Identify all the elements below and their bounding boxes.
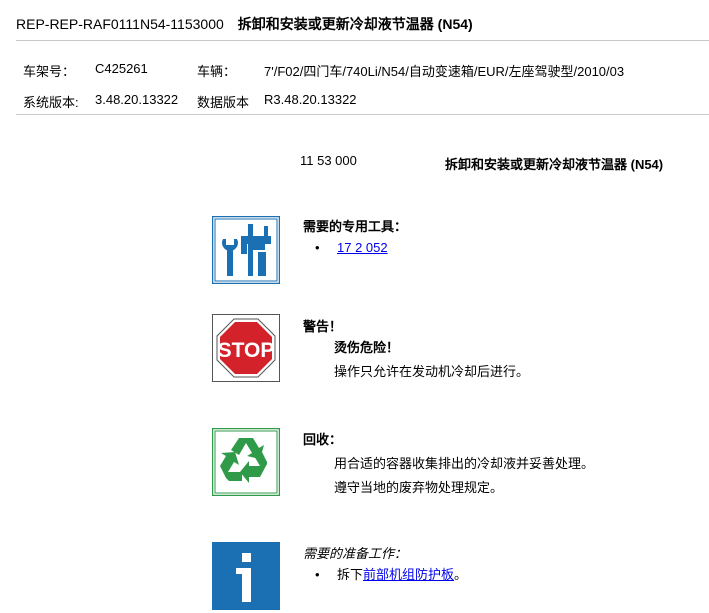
tool-link[interactable]: 17 2 052 (337, 240, 388, 255)
recycling-heading: 回收： (303, 432, 343, 447)
tools-block: 需要的专用工具： • 17 2 052 (303, 216, 407, 258)
recycling-line-1: 用合适的容器收集排出的冷却液并妥善处理。 (334, 456, 595, 471)
tool-list-item: • 17 2 052 (315, 240, 388, 255)
system-version-value: 3.48.20.13322 (95, 92, 179, 107)
recycling-line-2: 遵守当地的废弃物处理规定。 (334, 480, 504, 495)
preparation-link[interactable]: 前部机组防护板 (363, 567, 454, 582)
preparation-list-item: • 拆下前部机组防护板。 (315, 567, 468, 582)
vin-value: C425261 (95, 61, 148, 76)
system-version-label: 系统版本: (23, 95, 79, 110)
stop-sign-text: STOP (218, 339, 275, 362)
data-version-value: R3.48.20.13322 (264, 92, 357, 107)
info-icon (212, 542, 280, 610)
procedure-title: 拆卸和安装或更新冷却液节温器 (N54) (445, 157, 664, 172)
info-divider (16, 114, 709, 115)
warning-block: 警告！ 烫伤危险！ 操作只允许在发动机冷却后进行。 (303, 316, 529, 382)
procedure-code: 11 53 000 (300, 153, 357, 168)
recycling-icon (211, 427, 281, 497)
data-version-label: 数据版本 (197, 95, 250, 110)
warning-subheading: 烫伤危险！ (334, 340, 400, 355)
stop-sign-icon: STOP (212, 314, 280, 382)
special-tools-icon (211, 215, 281, 285)
document-header: REP-REP-RAF0111N54-1153000 拆卸和安装或更新冷却液节温器… (16, 14, 473, 34)
warning-heading: 警告！ (303, 319, 343, 334)
vin-label: 车架号： (23, 64, 76, 79)
model-value: 7'/F02/四门车/740Li/N54/自动变速箱/EUR/左座驾驶型/201… (264, 64, 625, 79)
document-title: 拆卸和安装或更新冷却液节温器 (N54) (237, 16, 473, 32)
recycling-block: 回收： 用合适的容器收集排出的冷却液并妥善处理。 遵守当地的废弃物处理规定。 (303, 429, 594, 498)
header-divider (16, 40, 709, 41)
tools-heading: 需要的专用工具： (303, 219, 408, 234)
document-id: REP-REP-RAF0111N54-1153000 (16, 16, 224, 32)
preparation-heading: 需要的准备工作： (303, 546, 408, 561)
preparation-block: 需要的准备工作： • 拆下前部机组防护板。 (303, 543, 467, 585)
preparation-suffix: 。 (454, 567, 468, 582)
preparation-prefix: 拆下 (337, 567, 364, 582)
model-label: 车辆： (197, 64, 237, 79)
warning-text: 操作只允许在发动机冷却后进行。 (334, 364, 530, 379)
